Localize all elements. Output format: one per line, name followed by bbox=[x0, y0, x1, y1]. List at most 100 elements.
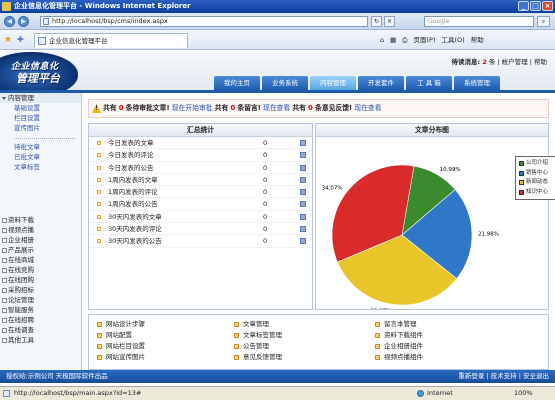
sidebar-group[interactable]: 论坛管理 bbox=[0, 295, 81, 305]
sidebar-item-pending-articles[interactable]: 待批文章 bbox=[0, 142, 81, 152]
zoom-level[interactable]: 100% bbox=[514, 387, 533, 400]
refresh-icon[interactable]: ↻ bbox=[371, 16, 382, 27]
quick-link-label[interactable]: 网站栏目设置 bbox=[106, 342, 145, 350]
tools-menu[interactable]: 工具(O) bbox=[442, 34, 465, 46]
quick-link-label[interactable]: 网站宣传图片 bbox=[106, 353, 145, 361]
module-icon bbox=[234, 333, 239, 338]
sidebar-group[interactable]: 产品展示 bbox=[0, 245, 81, 255]
view-detail-icon[interactable] bbox=[300, 226, 306, 233]
view-messages-link[interactable]: 现在查看 bbox=[263, 104, 290, 112]
legend-label: 公司介绍 bbox=[526, 160, 549, 166]
sidebar-group[interactable]: 其他工具 bbox=[0, 335, 81, 345]
sidebar-item-basic-settings[interactable]: 基础设置 bbox=[0, 103, 81, 113]
view-detail-icon[interactable] bbox=[300, 201, 306, 208]
message-count[interactable]: 2 bbox=[482, 58, 487, 66]
quick-link-label[interactable]: 网站设计步骤 bbox=[106, 320, 145, 328]
quick-link-label[interactable]: 留言本管理 bbox=[384, 320, 417, 328]
view-detail-icon[interactable] bbox=[300, 189, 306, 196]
quick-link-label[interactable]: 文章管理 bbox=[243, 320, 269, 328]
sidebar-group[interactable]: 采购招标 bbox=[0, 285, 81, 295]
quick-link[interactable]: 企业相册组件 bbox=[375, 342, 423, 351]
footer-links[interactable]: 重新登录 | 技术支持 | 安全退出 bbox=[458, 370, 549, 383]
back-button[interactable]: ◀ bbox=[4, 16, 15, 27]
view-detail-icon[interactable] bbox=[300, 140, 306, 146]
nav-devkit[interactable]: 开发套件 bbox=[358, 76, 404, 90]
sidebar-group[interactable]: 在线调查 bbox=[0, 325, 81, 335]
legend-item: 知识中心 bbox=[518, 188, 553, 198]
quick-link-label[interactable]: 意见反馈管理 bbox=[243, 353, 282, 361]
maximize-button[interactable]: □ bbox=[530, 1, 541, 11]
nav-toolbox[interactable]: 工 具 箱 bbox=[406, 76, 452, 90]
top-links[interactable]: 待读消息: 2 条 | 帐户管理 | 帮助 bbox=[452, 56, 547, 66]
url-input[interactable]: http://localhost/bsp/cms/index.aspx bbox=[40, 16, 368, 27]
sidebar-group[interactable]: 视频点播 bbox=[0, 225, 81, 235]
forward-button[interactable]: ▶ bbox=[18, 16, 29, 27]
quick-link[interactable]: 留言本管理 bbox=[375, 320, 417, 329]
status-page-icon bbox=[3, 390, 10, 397]
sidebar-group[interactable]: 资料下载 bbox=[0, 215, 81, 225]
view-feedback-link[interactable]: 现在查看 bbox=[354, 104, 381, 112]
tab-favicon bbox=[38, 37, 46, 45]
sidebar-group[interactable]: 在线团购 bbox=[0, 275, 81, 285]
sidebar-group[interactable]: 企业相册 bbox=[0, 235, 81, 245]
quick-link[interactable]: 文章管理 bbox=[234, 320, 269, 329]
minimize-button[interactable]: _ bbox=[518, 1, 529, 11]
stats-list: 今日发表的文章 0 今日发表的评论 0 今日发表的公告 0 1周内发表的文章 0 1周内发表的评… bbox=[89, 137, 312, 248]
sidebar-item-article-tags[interactable]: 文章标签 bbox=[0, 162, 81, 172]
favorites-star-icon[interactable]: ★ bbox=[4, 35, 14, 45]
nav-system[interactable]: 系统管理 bbox=[454, 76, 500, 90]
view-detail-icon[interactable] bbox=[300, 152, 306, 159]
start-approval-link[interactable]: 现在开始审批 bbox=[172, 104, 213, 112]
stat-count: 0 bbox=[263, 237, 268, 246]
sidebar-item-column-settings[interactable]: 栏目设置 bbox=[0, 113, 81, 123]
print-icon[interactable]: ⎙ bbox=[402, 34, 407, 46]
quick-link-label[interactable]: 文章标签管理 bbox=[243, 331, 282, 339]
page-menu[interactable]: 页面(P) bbox=[414, 34, 436, 46]
nav-home[interactable]: 我的主页 bbox=[214, 76, 260, 90]
sidebar-group[interactable]: 在线招聘 bbox=[0, 315, 81, 325]
quick-link-label[interactable]: 网站配置 bbox=[106, 331, 132, 339]
sidebar-group[interactable]: 智能服务 bbox=[0, 305, 81, 315]
quick-link-label[interactable]: 视频点播组件 bbox=[384, 353, 423, 361]
quick-link[interactable]: 视频点播组件 bbox=[375, 353, 423, 362]
quick-link-label[interactable]: 资料下载组件 bbox=[384, 331, 423, 339]
help-menu[interactable]: 帮助 bbox=[471, 34, 484, 46]
quick-link[interactable]: 网站设计步骤 bbox=[97, 320, 145, 329]
view-detail-icon[interactable] bbox=[300, 238, 306, 245]
add-favorite-icon[interactable]: ✚ bbox=[17, 35, 27, 45]
quick-link[interactable]: 资料下载组件 bbox=[375, 331, 423, 340]
view-detail-icon[interactable] bbox=[300, 176, 306, 183]
view-detail-icon[interactable] bbox=[300, 164, 306, 171]
stat-label: 1周内发表的公告 bbox=[108, 200, 158, 209]
sidebar-group[interactable]: 在线商城 bbox=[0, 255, 81, 265]
view-detail-icon[interactable] bbox=[300, 213, 306, 220]
quick-link-label[interactable]: 公告管理 bbox=[243, 342, 269, 350]
quick-link[interactable]: 网站宣传图片 bbox=[97, 353, 145, 362]
sidebar-group[interactable]: 在线竞购 bbox=[0, 265, 81, 275]
quick-link[interactable]: 网站配置 bbox=[97, 331, 132, 340]
sidebar: 内容管理 基础设置 栏目设置 宣传图片 待批文章 已批文章 文章标签 资料下载 … bbox=[0, 93, 82, 370]
feeds-icon[interactable]: ▦ bbox=[390, 34, 396, 46]
nav-business[interactable]: 业务系统 bbox=[262, 76, 308, 90]
module-icon bbox=[375, 333, 380, 338]
sidebar-group-content[interactable]: 内容管理 bbox=[0, 93, 81, 103]
account-links[interactable]: 条 | 帐户管理 | 帮助 bbox=[489, 58, 547, 66]
stop-icon[interactable]: × bbox=[384, 16, 395, 27]
sidebar-item-approved-articles[interactable]: 已批文章 bbox=[0, 152, 81, 162]
home-icon[interactable]: ⌂ bbox=[380, 34, 384, 46]
stat-row: 1周内发表的评论 0 bbox=[89, 186, 312, 199]
quick-link[interactable]: 网站栏目设置 bbox=[97, 342, 145, 351]
app-header: 企业信息化 管理平台 待读消息: 2 条 | 帐户管理 | 帮助 我的主页 业务… bbox=[0, 51, 555, 91]
search-icon[interactable]: ⌕ bbox=[537, 16, 550, 27]
quick-link[interactable]: 公告管理 bbox=[234, 342, 269, 351]
search-input[interactable]: Google bbox=[424, 16, 534, 27]
nav-content[interactable]: 内容管理 bbox=[310, 76, 356, 90]
quick-link-label[interactable]: 企业相册组件 bbox=[384, 342, 423, 350]
stat-label: 1周内发表的评论 bbox=[108, 188, 158, 197]
quick-link[interactable]: 文章标签管理 bbox=[234, 331, 282, 340]
sidebar-item-promo-images[interactable]: 宣传图片 bbox=[0, 123, 81, 133]
quick-link[interactable]: 意见反馈管理 bbox=[234, 353, 282, 362]
main-content: ! 共有 0 条待审批文章! 现在开始审批 共有 0 条留言! 现在查看 共有 … bbox=[88, 99, 555, 370]
browser-tab[interactable]: 企业信息化管理平台 bbox=[34, 33, 188, 48]
close-button[interactable]: × bbox=[542, 1, 553, 11]
